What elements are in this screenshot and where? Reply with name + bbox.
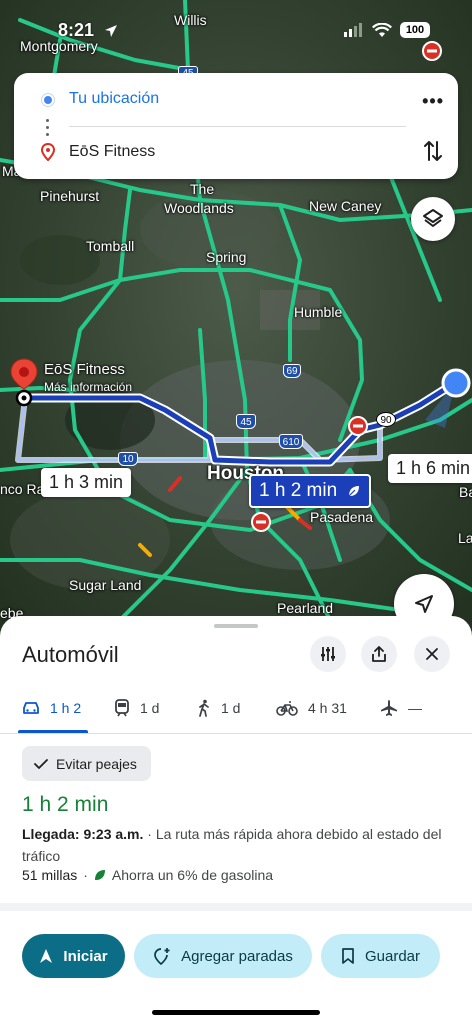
place-label: Tomball bbox=[86, 238, 135, 254]
avoid-tolls-chip[interactable]: Evitar peajes bbox=[22, 746, 151, 781]
tab-flight-label: — bbox=[408, 700, 422, 716]
destination-pin-icon[interactable] bbox=[8, 357, 40, 407]
section-separator bbox=[0, 903, 472, 911]
status-icons: 100 bbox=[344, 22, 430, 38]
destination-more-info[interactable]: Más información bbox=[44, 380, 132, 394]
navigation-arrow-icon bbox=[40, 949, 53, 963]
check-icon bbox=[34, 758, 48, 769]
highway-shield: 45 bbox=[236, 414, 256, 429]
route-duration: 1 h 2 min bbox=[22, 793, 109, 816]
layers-button[interactable] bbox=[411, 197, 455, 241]
layers-icon bbox=[423, 209, 443, 227]
place-label: Woodlands bbox=[164, 200, 234, 216]
road-closure-icon bbox=[348, 416, 368, 436]
fuel-saving-note: Ahorra un 6% de gasolina bbox=[111, 867, 274, 883]
more-options-button[interactable]: ••• bbox=[422, 91, 444, 112]
place-label: Spring bbox=[206, 249, 247, 265]
battery-indicator: 100 bbox=[400, 22, 430, 38]
eco-leaf-icon bbox=[348, 486, 360, 497]
place-label: Pinehurst bbox=[40, 188, 100, 204]
route-time-bubble-alt[interactable]: 1 h 6 min bbox=[388, 454, 472, 483]
car-icon bbox=[23, 702, 39, 714]
route-time-bubble-selected[interactable]: 1 h 2 min bbox=[249, 474, 372, 508]
destination-map-label[interactable]: EōS Fitness Más información bbox=[44, 361, 132, 394]
map-view[interactable]: 8:21 100 Willis Montgomery Ma Pinehurst … bbox=[0, 0, 472, 640]
save-label: Guardar bbox=[364, 947, 421, 965]
tab-walking[interactable]: 1 d bbox=[197, 686, 240, 730]
place-label: La P bbox=[458, 530, 472, 546]
tab-transit[interactable]: 1 d bbox=[114, 686, 159, 730]
origin-dot-icon bbox=[42, 94, 54, 106]
add-location-icon bbox=[154, 948, 170, 965]
arrival-label: Llegada: bbox=[22, 826, 80, 842]
route-connector-dots bbox=[46, 119, 50, 137]
highway-shield: 610 bbox=[279, 434, 303, 449]
location-arrow-icon bbox=[105, 25, 117, 37]
walk-icon bbox=[199, 699, 209, 717]
share-button[interactable] bbox=[361, 636, 397, 672]
flight-icon bbox=[381, 700, 397, 716]
tab-transit-label: 1 d bbox=[140, 700, 160, 716]
directions-sheet: Automóvil 1 h 2 1 d 1 d 4 h 31 — Evitar … bbox=[0, 616, 472, 1024]
save-button[interactable]: Guardar bbox=[321, 934, 440, 978]
tab-flight[interactable]: — bbox=[380, 686, 422, 730]
sheet-drag-handle[interactable] bbox=[214, 624, 258, 628]
current-location-icon bbox=[441, 368, 471, 398]
highway-shield: 69 bbox=[283, 364, 301, 378]
destination-pin-outline-icon bbox=[41, 143, 55, 161]
route-distance: 51 millas bbox=[22, 867, 78, 883]
destination-map-name: EōS Fitness bbox=[44, 361, 125, 378]
route-arrival-detail: Llegada: 9:23 a.m. · La ruta más rápida … bbox=[22, 823, 442, 867]
travel-mode-tabs: 1 h 2 1 d 1 d 4 h 31 — bbox=[0, 686, 472, 734]
route-time-selected-label: 1 h 2 min bbox=[259, 480, 338, 501]
avoid-tolls-label: Evitar peajes bbox=[56, 755, 137, 772]
tab-walking-label: 1 d bbox=[221, 700, 241, 716]
place-label: Sugar Land bbox=[69, 577, 142, 593]
place-label: Montgomery bbox=[20, 38, 98, 54]
arrival-time: 9:23 a.m. bbox=[83, 826, 144, 842]
add-stops-button[interactable]: Agregar paradas bbox=[134, 934, 312, 978]
bookmark-icon bbox=[342, 948, 354, 964]
tab-driving-label: 1 h 2 bbox=[50, 700, 82, 716]
place-label: Willis bbox=[174, 12, 207, 28]
route-options-button[interactable] bbox=[310, 636, 346, 672]
route-time-bubble-alt[interactable]: 1 h 3 min bbox=[41, 468, 132, 497]
wifi-icon bbox=[372, 22, 392, 37]
start-label: Iniciar bbox=[63, 947, 108, 965]
home-indicator[interactable] bbox=[152, 1010, 320, 1015]
tab-cycling-label: 4 h 31 bbox=[308, 700, 347, 716]
navigation-arrow-icon bbox=[415, 595, 433, 613]
tune-icon bbox=[321, 647, 335, 661]
bike-icon bbox=[276, 701, 298, 716]
destination-field[interactable]: EōS Fitness bbox=[69, 143, 155, 161]
place-label: Pearland bbox=[277, 600, 334, 616]
start-navigation-button[interactable]: Iniciar bbox=[22, 934, 125, 978]
place-label: Ba bbox=[459, 484, 472, 500]
cellular-signal-icon bbox=[344, 23, 362, 37]
tab-driving[interactable]: 1 h 2 bbox=[22, 686, 81, 730]
place-label: Pasadena bbox=[310, 509, 374, 525]
field-divider bbox=[69, 126, 406, 127]
place-label: Humble bbox=[294, 304, 343, 320]
origin-field[interactable]: Tu ubicación bbox=[69, 90, 159, 108]
place-label: nco Ra bbox=[0, 481, 45, 497]
highway-shield: 10 bbox=[118, 452, 138, 466]
eco-leaf-icon bbox=[94, 870, 105, 880]
share-icon bbox=[372, 646, 386, 662]
highway-shield: 90 bbox=[376, 412, 396, 427]
train-icon bbox=[115, 699, 129, 717]
place-label: The bbox=[190, 181, 215, 197]
close-button[interactable] bbox=[414, 636, 450, 672]
add-stops-label: Agregar paradas bbox=[181, 947, 293, 965]
road-closure-icon bbox=[251, 512, 271, 532]
tab-cycling[interactable]: 4 h 31 bbox=[276, 686, 347, 730]
travel-mode-title: Automóvil bbox=[22, 642, 119, 667]
place-label: New Caney bbox=[309, 198, 382, 214]
route-extra-info: 51 millas · Ahorra un 6% de gasolina bbox=[22, 867, 274, 883]
directions-search-card: Tu ubicación EōS Fitness ••• bbox=[14, 73, 458, 179]
swap-vertical-icon[interactable] bbox=[424, 139, 442, 163]
road-closure-icon bbox=[422, 41, 442, 61]
close-icon bbox=[426, 648, 438, 660]
active-tab-indicator bbox=[18, 730, 88, 733]
